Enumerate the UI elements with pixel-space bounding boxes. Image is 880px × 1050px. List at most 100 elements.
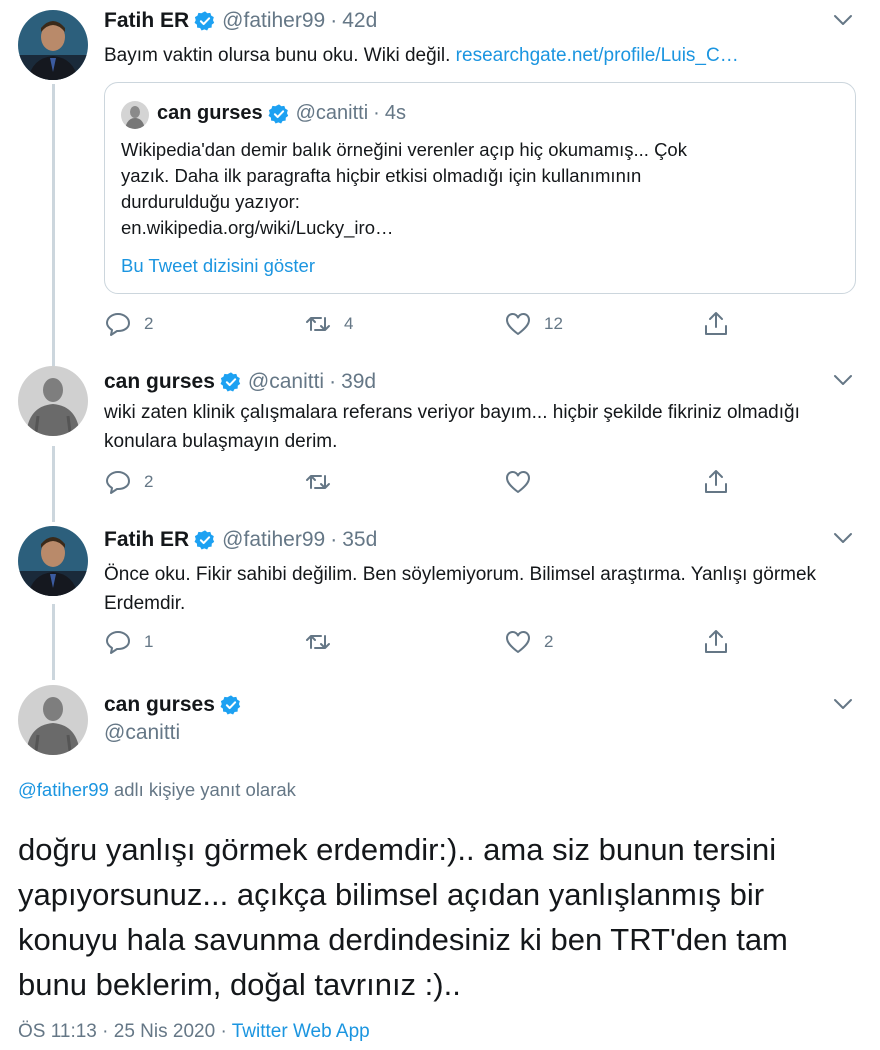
retweet-button[interactable]: 4 bbox=[304, 310, 353, 338]
reply-count: 2 bbox=[144, 314, 154, 333]
timestamp[interactable]: 42d bbox=[342, 8, 377, 34]
avatar[interactable] bbox=[18, 526, 88, 596]
chevron-down-icon[interactable] bbox=[832, 372, 854, 388]
quoted-timestamp: 4s bbox=[384, 102, 406, 124]
tweet[interactable]: can gurses @canitti · 39d wiki zaten kli… bbox=[0, 358, 880, 518]
verified-badge-icon bbox=[220, 371, 242, 393]
tweet-header: can gurses @canitti · 39d bbox=[104, 369, 376, 395]
quoted-tweet-header: can gurses @canitti · 4s bbox=[157, 102, 406, 125]
reply-to-label: adlı kişiye yanıt olarak bbox=[108, 779, 296, 800]
retweet-count: 4 bbox=[344, 314, 354, 333]
verified-badge-icon bbox=[220, 694, 242, 716]
avatar[interactable] bbox=[18, 10, 88, 80]
verified-badge-icon bbox=[194, 10, 216, 32]
source-link[interactable]: Twitter Web App bbox=[232, 1021, 370, 1042]
author-name[interactable]: Fatih ER bbox=[104, 527, 189, 553]
quoted-author-name: can gurses bbox=[157, 102, 263, 124]
author-name[interactable]: can gurses bbox=[104, 692, 215, 718]
tweet-text: Bayım vaktin olursa bunu oku. Wiki değil… bbox=[104, 41, 854, 70]
main-text-line: konuyu hala savunma derdindesiniz ki ben… bbox=[18, 922, 788, 957]
reply-context: @fatiher99 adlı kişiye yanıt olarak bbox=[18, 779, 296, 801]
separator: · bbox=[373, 102, 380, 124]
main-text-line: yapıyorsunuz... açıkça bilimsel açıdan y… bbox=[18, 877, 765, 912]
quoted-tweet-text: Wikipedia'dan demir balık örneğini veren… bbox=[121, 137, 835, 241]
tweet-header: Fatih ER @fatiher99 · 42d bbox=[104, 8, 377, 34]
like-button[interactable]: 2 bbox=[504, 628, 553, 656]
main-text-line: doğru yanlışı görmek erdemdir:).. ama si… bbox=[18, 832, 777, 867]
show-thread-link[interactable]: Bu Tweet dizisini göster bbox=[121, 255, 315, 277]
tweet-link[interactable]: researchgate.net/profile/Luis_C… bbox=[456, 45, 739, 66]
quoted-author-handle: @canitti bbox=[295, 102, 369, 124]
share-icon bbox=[705, 470, 727, 493]
share-button[interactable] bbox=[702, 468, 730, 496]
avatar[interactable] bbox=[18, 685, 88, 755]
post-date[interactable]: 25 Nis 2020 bbox=[114, 1021, 215, 1042]
reply-to-handle[interactable]: @fatiher99 bbox=[18, 779, 109, 800]
tweet[interactable]: Fatih ER @fatiher99 · 35d Önce oku. Fiki… bbox=[0, 518, 880, 678]
quoted-text-line: en.wikipedia.org/wiki/Lucky_iro… bbox=[121, 217, 394, 238]
author-name[interactable]: can gurses bbox=[104, 369, 215, 395]
reply-button[interactable]: 2 bbox=[104, 310, 153, 338]
like-button[interactable]: 12 bbox=[504, 310, 563, 338]
tweet-header: Fatih ER @fatiher99 · 35d bbox=[104, 527, 377, 553]
post-time[interactable]: ÖS 11:13 bbox=[18, 1021, 97, 1042]
reply-button[interactable]: 2 bbox=[104, 468, 153, 496]
chevron-down-icon[interactable] bbox=[832, 696, 854, 712]
like-button[interactable] bbox=[504, 468, 544, 496]
main-text-line: bunu beklerim, doğal tavrınız :).. bbox=[18, 967, 461, 1002]
quoted-text-line: durdurulduğu yazıyor: bbox=[121, 191, 300, 212]
share-button[interactable] bbox=[702, 310, 730, 338]
tweet-actions: 1 2 bbox=[104, 628, 744, 658]
share-icon bbox=[705, 630, 727, 653]
verified-badge-icon bbox=[194, 529, 216, 551]
author-handle[interactable]: @fatiher99 bbox=[222, 8, 325, 34]
reply-count: 1 bbox=[144, 632, 154, 651]
like-icon bbox=[506, 631, 530, 653]
retweet-icon bbox=[306, 475, 330, 489]
main-tweet-meta: ÖS 11:13 · 25 Nis 2020 · Twitter Web App bbox=[18, 1021, 370, 1043]
separator: · bbox=[215, 1021, 232, 1042]
author-handle[interactable]: @canitti bbox=[248, 369, 324, 395]
separator: · bbox=[330, 528, 338, 551]
avatar[interactable] bbox=[121, 101, 149, 129]
like-count: 12 bbox=[544, 314, 563, 333]
quoted-tweet[interactable]: can gurses @canitti · 4s Wikipedia'dan d… bbox=[104, 82, 856, 294]
author-handle[interactable]: @canitti bbox=[104, 720, 180, 746]
reply-icon bbox=[106, 631, 130, 654]
retweet-button[interactable] bbox=[304, 628, 344, 656]
verified-badge-icon bbox=[268, 103, 290, 125]
reply-count: 2 bbox=[144, 472, 154, 491]
share-icon bbox=[705, 312, 727, 335]
chevron-down-icon[interactable] bbox=[832, 530, 854, 546]
separator: · bbox=[330, 9, 338, 32]
tweet-text: Önce oku. Fikir sahibi değilim. Ben söyl… bbox=[104, 564, 817, 614]
tweet[interactable]: Fatih ER @fatiher99 · 42d Bayım vaktin o… bbox=[0, 0, 880, 355]
quoted-text-line: yazık. Daha ilk paragrafta hiçbir etkisi… bbox=[121, 165, 642, 186]
reply-icon bbox=[106, 471, 130, 494]
like-icon bbox=[506, 313, 530, 335]
retweet-icon bbox=[306, 317, 330, 331]
separator: · bbox=[329, 370, 337, 393]
avatar[interactable] bbox=[18, 366, 88, 436]
author-handle[interactable]: @fatiher99 bbox=[222, 527, 325, 553]
like-icon bbox=[506, 471, 530, 493]
main-tweet-header: can gurses bbox=[104, 692, 248, 718]
chevron-down-icon[interactable] bbox=[832, 12, 854, 28]
quoted-text-line: Wikipedia'dan demir balık örneğini veren… bbox=[121, 139, 687, 160]
tweet-actions: 2 bbox=[104, 468, 744, 498]
like-count: 2 bbox=[544, 632, 554, 651]
main-tweet-handle-row: @canitti bbox=[104, 720, 180, 746]
timestamp[interactable]: 39d bbox=[341, 369, 376, 395]
tweet-actions: 2 4 12 bbox=[104, 310, 744, 340]
timestamp[interactable]: 35d bbox=[342, 527, 377, 553]
tweet-text: wiki zaten klinik çalışmalara referans v… bbox=[104, 402, 800, 452]
separator: · bbox=[96, 1021, 114, 1042]
retweet-icon bbox=[306, 635, 330, 649]
reply-icon bbox=[106, 313, 130, 336]
reply-button[interactable]: 1 bbox=[104, 628, 153, 656]
retweet-button[interactable] bbox=[304, 468, 344, 496]
main-tweet-text: doğru yanlışı görmek erdemdir:).. ama si… bbox=[18, 827, 858, 1007]
share-button[interactable] bbox=[702, 628, 730, 656]
tweet-text-body: Bayım vaktin olursa bunu oku. Wiki değil… bbox=[104, 45, 456, 66]
author-name[interactable]: Fatih ER bbox=[104, 8, 189, 34]
